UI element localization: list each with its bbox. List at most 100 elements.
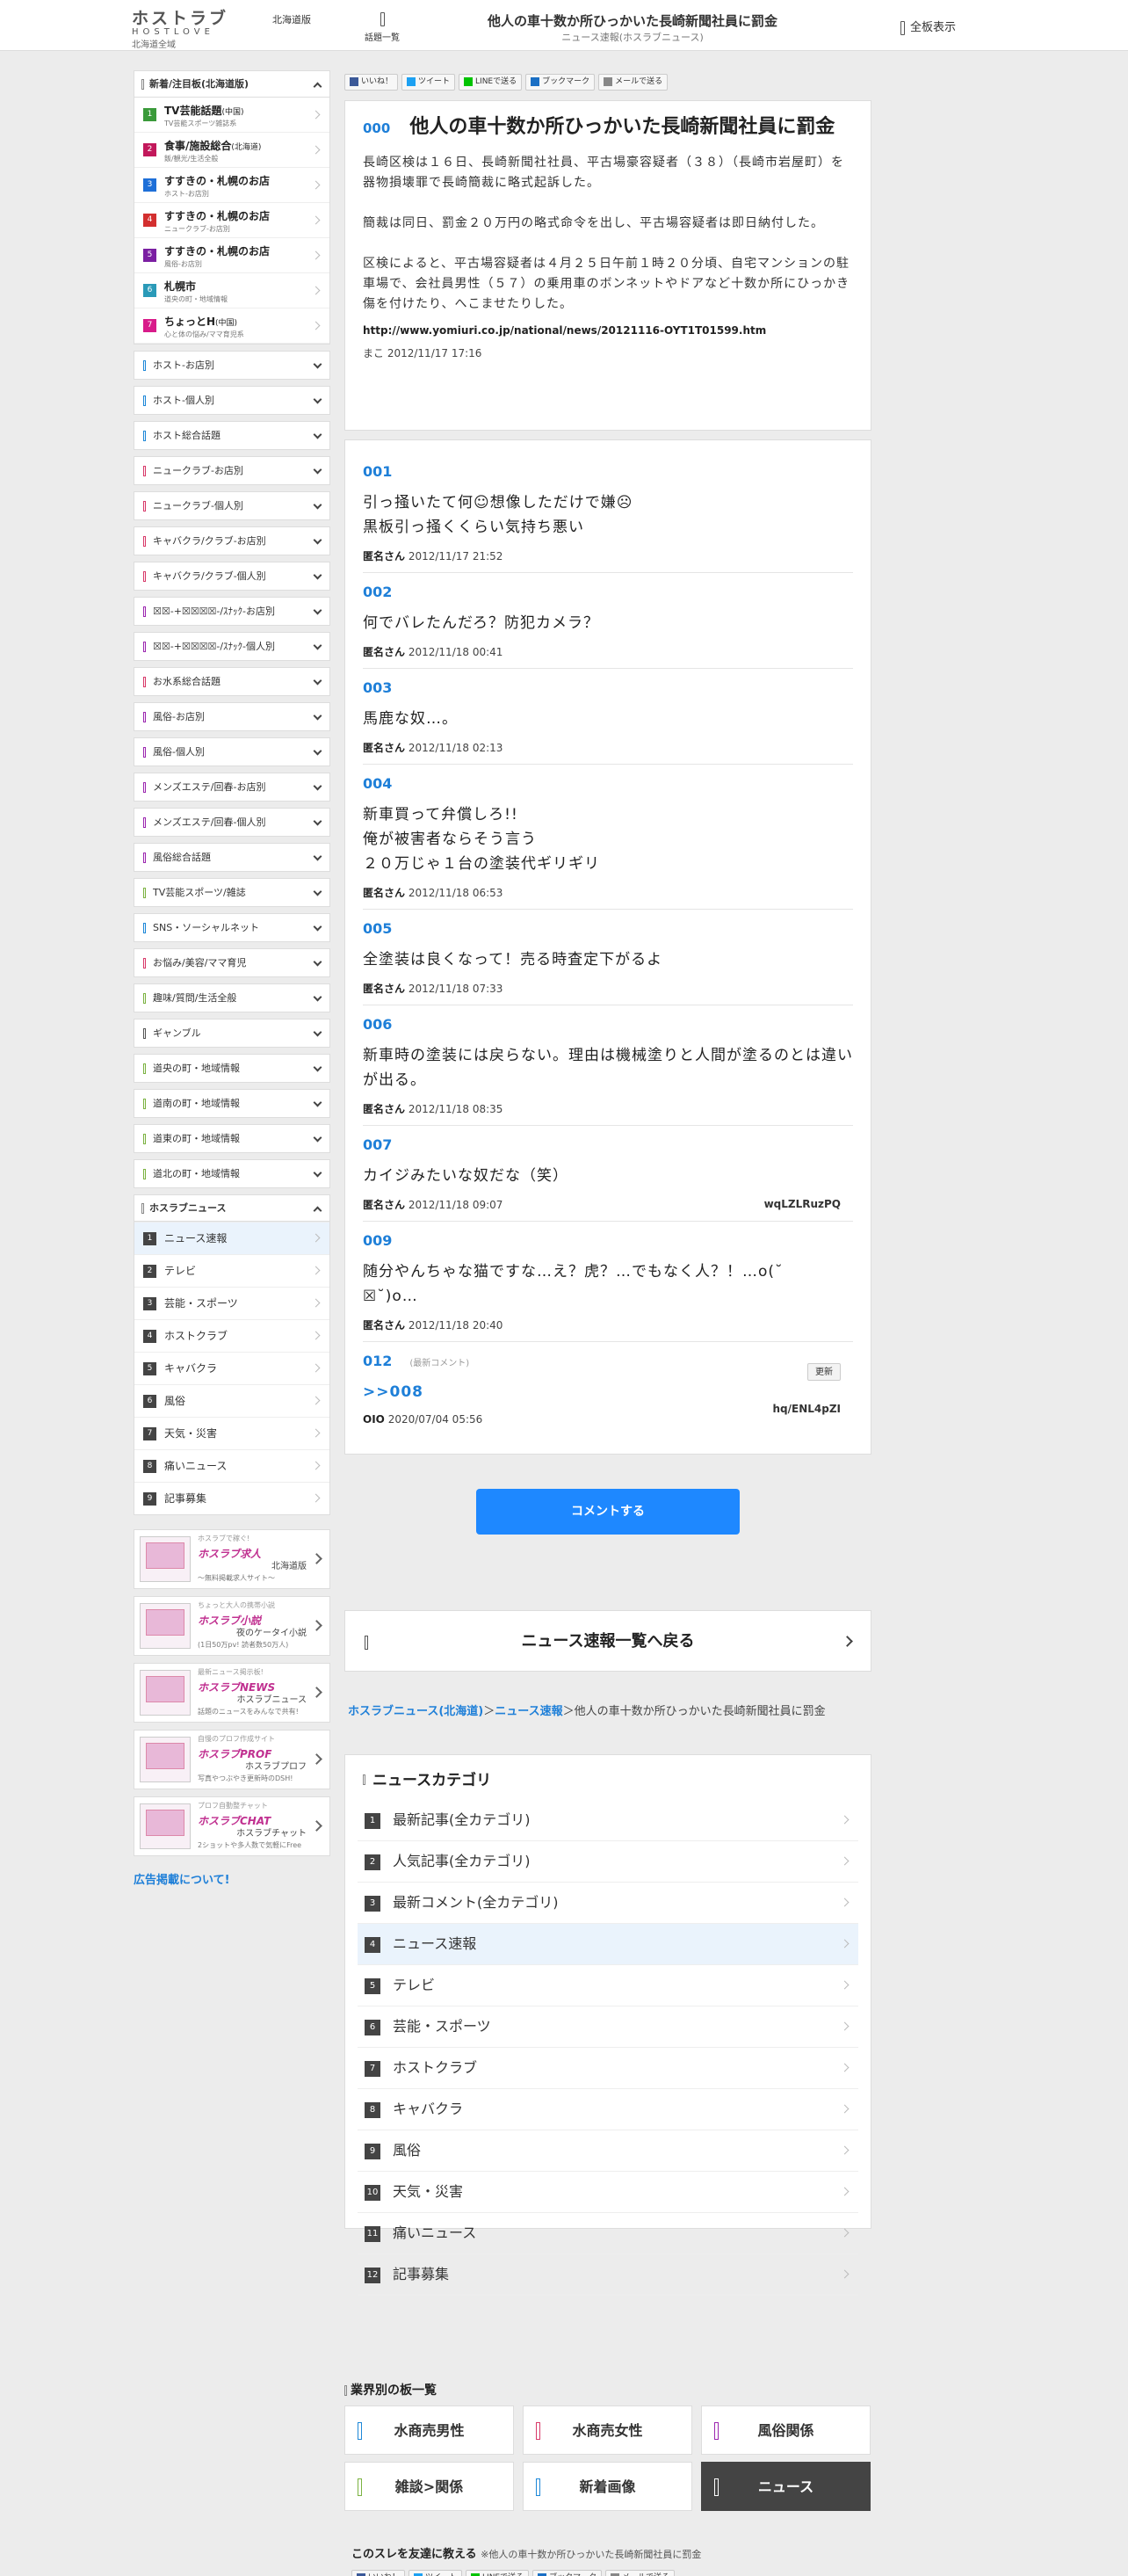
news-category-item[interactable]: 4 ニュース速報 [358,1924,858,1965]
industry-board-label: 水商売男性 [394,2422,465,2439]
category-board[interactable]: ☒☒-+☒☒☒☒-/ｽﾅｯｸ-お店別 [134,597,330,626]
category-board[interactable]: ホスト総合話題 [134,421,330,450]
featured-item[interactable]: 6 札幌市 道央の町・地域情報 [134,273,329,308]
ad-link[interactable]: 広告掲載について! [134,1870,330,1887]
response-number[interactable]: 009 [363,1232,853,1249]
response-number[interactable]: 007 [363,1136,853,1153]
news-head[interactable]: ホスラブニュース [134,1195,329,1222]
news-board-item[interactable]: 7 天気・災害 [134,1417,329,1449]
category-board[interactable]: 道央の町・地域情報 [134,1054,330,1083]
category-board[interactable]: SNS・ソーシャルネット [134,913,330,942]
response-number[interactable]: 005 [363,920,853,937]
industry-board-button[interactable]: ニュース [701,2462,871,2511]
featured-item[interactable]: 2 食事/施設総合(北海道) 飯/観光/生活全般 [134,133,329,168]
share-button[interactable]: ブックマーク [525,74,596,91]
featured-head[interactable]: 新着/注目板(北海道版) [134,71,329,98]
news-category-item[interactable]: 10 天気・災害 [358,2172,858,2213]
share-button[interactable]: ツイート [409,2570,463,2576]
featured-item[interactable]: 5 すすきの・札幌のお店 風俗-お店別 [134,238,329,273]
news-category-item[interactable]: 2 人気記事(全カテゴリ) [358,1841,858,1883]
response-number[interactable]: 004 [363,775,853,792]
source-link[interactable]: http://www.yomiuri.co.jp/national/news/2… [363,324,853,337]
news-category-item[interactable]: 1 最新記事(全カテゴリ) [358,1800,858,1841]
news-board-item[interactable]: 4 ホストクラブ [134,1319,329,1352]
industry-board-button[interactable]: 水商売女性 [523,2405,692,2455]
response-number[interactable]: 006 [363,1016,853,1033]
site-logo[interactable]: ホストラブ HOSTLOVE 北海道全域 [132,5,228,50]
category-board[interactable]: ニュークラブ-個人別 [134,491,330,520]
category-board[interactable]: キャバクラ/クラブ-お店別 [134,526,330,555]
reply-anchor[interactable]: >>008 [363,1380,853,1404]
response-number[interactable]: 003 [363,679,853,696]
news-category-item[interactable]: 9 風俗 [358,2130,858,2172]
featured-item[interactable]: 1 TV芸能話題(中国) TV芸能スポーツ雑誌系 [134,98,329,133]
news-board-item[interactable]: 3 芸能・スポーツ [134,1287,329,1319]
news-board-item[interactable]: 8 痛いニュース [134,1449,329,1482]
post-number[interactable]: 000 [363,120,390,136]
news-board-item[interactable]: 2 テレビ [134,1254,329,1287]
breadcrumb-link[interactable]: ホスラブニュース(北海道) [348,1705,483,1718]
news-board-item[interactable]: 6 風俗 [134,1384,329,1417]
category-board[interactable]: ☒☒-+☒☒☒☒-/ｽﾅｯｸ-個人別 [134,632,330,661]
news-board-item[interactable]: 5 キャバクラ [134,1352,329,1384]
share-button[interactable]: メールで送る [598,74,669,91]
category-board[interactable]: 趣味/質問/生活全般 [134,983,330,1012]
category-board[interactable]: 道東の町・地域情報 [134,1124,330,1153]
industry-board-button[interactable]: 雑談>関係 [344,2462,514,2511]
category-board[interactable]: お水系総合話題 [134,667,330,696]
category-board[interactable]: 道南の町・地域情報 [134,1089,330,1118]
category-board[interactable]: TV芸能スポーツ/雑誌 [134,878,330,907]
industry-board-button[interactable]: 新着画像 [523,2462,692,2511]
featured-item[interactable]: 4 すすきの・札幌のお店 ニュークラブ-お店別 [134,203,329,238]
news-category-item[interactable]: 11 痛いニュース [358,2213,858,2254]
featured-item[interactable]: 3 すすきの・札幌のお店 ホスト-お店別 [134,168,329,203]
share-button[interactable]: LINEで送る [459,74,523,91]
news-category-item[interactable]: 3 最新コメント(全カテゴリ) [358,1883,858,1924]
topic-list-button[interactable]: 話題一覧 [360,12,404,43]
share-button[interactable]: メールで送る [605,2570,676,2576]
response-number[interactable]: 012 (最新コメント) [363,1353,853,1369]
industry-board-button[interactable]: 風俗関係 [701,2405,871,2455]
promo-banner[interactable]: 最新ニュース掲示板! ホスラブNEWS ホスラブニュース 話題のニュースをみんなで共有… [134,1663,330,1723]
category-board[interactable]: メンズエステ/回春-個人別 [134,808,330,837]
logo-area: 北海道全域 [132,40,176,50]
category-board[interactable]: 道北の町・地域情報 [134,1159,330,1188]
news-category-item[interactable]: 12 記事募集 [358,2254,858,2296]
share-button[interactable]: ツイート [401,74,456,91]
category-board[interactable]: 風俗総合話題 [134,843,330,872]
response-number[interactable]: 002 [363,584,853,600]
category-board[interactable]: ホスト-個人別 [134,386,330,415]
promo-banner[interactable]: ホスラブで稼ぐ! ホスラブ求人 北海道版 〜無料掲載求人サイト〜 [134,1529,330,1589]
all-boards-button[interactable]: 全板表示 [900,18,956,35]
region-label[interactable]: 北海道版 [272,12,311,26]
category-board[interactable]: 風俗-お店別 [134,702,330,731]
comment-button[interactable]: コメントする [476,1489,740,1535]
promo-banner[interactable]: プロフ自動整チャット ホスラブCHAT ホスラブチャット 2ショットや多人数で気軽にF… [134,1796,330,1856]
news-category-item[interactable]: 5 テレビ [358,1965,858,2006]
response-number[interactable]: 001 [363,463,853,480]
news-category-item[interactable]: 7 ホストクラブ [358,2048,858,2089]
category-board[interactable]: ニュークラブ-お店別 [134,456,330,485]
back-to-list-button[interactable]: ニュース速報一覧へ戻る [344,1610,871,1672]
share-button[interactable]: LINEで送る [466,2570,530,2576]
category-board[interactable]: ギャンブル [134,1019,330,1048]
share-button[interactable]: いいね！ [351,2570,406,2576]
update-button[interactable]: 更新 [807,1363,841,1381]
category-board[interactable]: お悩み/美容/ママ育児 [134,948,330,977]
promo-banner[interactable]: ちょっと大人の携帯小説 ホスラブ小説 夜のケータイ小説 (1日50万pv! 読者数50… [134,1596,330,1656]
promo-banner[interactable]: 自慢のプロフ作成サイト ホスラブPROF ホスラブプロフ 写真やつぶやき更新時のDSH… [134,1730,330,1789]
category-board[interactable]: メンズエステ/回春-お店別 [134,773,330,802]
industry-board-button[interactable]: 水商売男性 [344,2405,514,2455]
category-board[interactable]: 風俗-個人別 [134,737,330,766]
board-icon [143,606,146,617]
category-board[interactable]: ホスト-お店別 [134,351,330,380]
news-board-item[interactable]: 9 記事募集 [134,1482,329,1514]
breadcrumb-link[interactable]: ニュース速報 [495,1705,562,1718]
share-button[interactable]: ブックマーク [532,2570,603,2576]
news-board-item[interactable]: 1 ニュース速報 [134,1222,329,1254]
news-category-item[interactable]: 6 芸能・スポーツ [358,2006,858,2048]
share-button[interactable]: いいね！ [344,74,399,91]
category-board[interactable]: キャバクラ/クラブ-個人別 [134,562,330,591]
news-category-item[interactable]: 8 キャバクラ [358,2089,858,2130]
featured-item[interactable]: 7 ちょっとH(中国) 心と体の悩み/ママ育児系 [134,308,329,344]
